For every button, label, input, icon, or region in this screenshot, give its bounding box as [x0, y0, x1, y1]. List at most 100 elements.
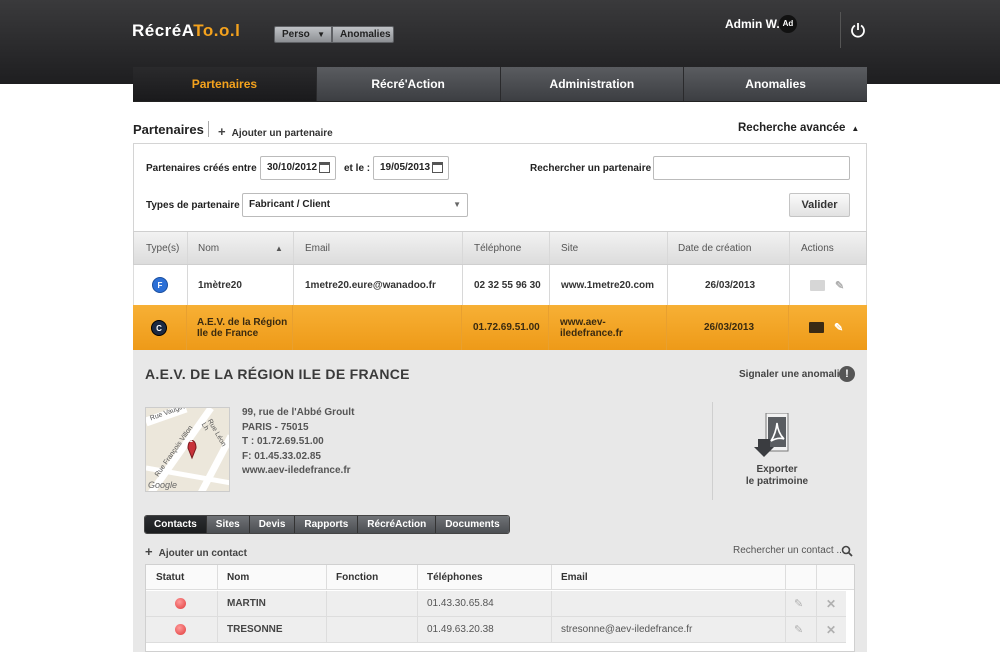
perso-dropdown[interactable]: Perso ▼ [274, 26, 332, 43]
table-row[interactable]: TRESONNE 01.49.63.20.38 stresonne@aev-il… [146, 617, 846, 643]
column-header-name[interactable]: Nom [227, 565, 249, 589]
search-contact-input[interactable]: Rechercher un contact ... [733, 545, 845, 556]
partner-site[interactable]: www.aev- iledefrance.fr [560, 305, 623, 350]
export-heritage-button[interactable]: Exporter le patrimoine [733, 464, 821, 488]
search-filter-panel: Partenaires créés entre : 30/10/2012 et … [133, 143, 867, 232]
export-label-line2: le patrimoine [745, 476, 809, 487]
status-dot [175, 624, 186, 635]
partner-type-select[interactable]: Fabricant / Client ▼ [242, 193, 468, 217]
column-header-type[interactable]: Type(s) [146, 232, 179, 264]
partner-type-label: Types de partenaire : [146, 200, 246, 211]
partner-name: A.E.V. de la Région Ile de France [197, 305, 287, 350]
column-header-email[interactable]: Email [305, 232, 330, 264]
tab-recreaction[interactable]: Récré'Action [316, 67, 501, 101]
detail-subtabs: Contacts Sites Devis Rapports RécréActio… [144, 515, 510, 534]
column-header-site[interactable]: Site [561, 232, 578, 264]
pencil-icon[interactable]: ✎ [835, 279, 844, 292]
partner-address-block: 99, rue de l'Abbé Groult PARIS - 75015 T… [242, 406, 354, 479]
partner-name-line1: A.E.V. de la Région [197, 316, 288, 328]
main-nav: Partenaires Récré'Action Administration … [133, 67, 867, 102]
date-to-field[interactable]: 19/05/2013 [373, 156, 449, 180]
table-row[interactable]: MARTIN 01.43.30.65.84 ✎ ✕ [146, 591, 846, 617]
search-partner-label: Rechercher un partenaire : [530, 163, 658, 174]
address-fax: F: 01.45.33.02.85 [242, 450, 321, 462]
column-header-function[interactable]: Fonction [336, 565, 378, 589]
subtab-devis[interactable]: Devis [249, 516, 296, 533]
power-icon[interactable] [850, 22, 866, 38]
tab-partenaires[interactable]: Partenaires [133, 67, 317, 101]
address-website[interactable]: www.aev-iledefrance.fr [242, 464, 354, 479]
pdf-export-icon[interactable] [754, 413, 794, 463]
partner-site-line2: iledefrance.fr [560, 327, 623, 339]
search-icon[interactable] [841, 545, 853, 557]
contact-name: MARTIN [227, 598, 266, 609]
report-anomaly-link[interactable]: Signaler une anomalie [739, 369, 845, 380]
subtab-recreaction[interactable]: RécréAction [358, 516, 437, 533]
subtab-documents[interactable]: Documents [436, 516, 509, 533]
column-header-name[interactable]: Nom [198, 232, 219, 264]
folder-icon[interactable] [810, 279, 825, 291]
table-row[interactable]: F 1mètre20 1metre20.eure@wanadoo.fr 02 3… [133, 265, 867, 305]
delete-icon[interactable]: ✕ [826, 597, 836, 611]
partner-detail-panel: A.E.V. DE LA RÉGION ILE DE FRANCE Signal… [133, 350, 867, 652]
logo[interactable]: RécréATo.o.l [132, 21, 240, 41]
add-contact-link[interactable]: + Ajouter un contact [145, 544, 247, 559]
tab-anomalies[interactable]: Anomalies [684, 67, 867, 101]
sort-asc-icon[interactable]: ▲ [275, 232, 283, 264]
folder-icon[interactable] [809, 322, 824, 333]
tab-administration[interactable]: Administration [500, 67, 685, 101]
address-phone: T : 01.72.69.51.00 [242, 436, 324, 447]
map-thumbnail[interactable]: Rue Vaugirard Rue François Villon Rue Lé… [145, 407, 230, 492]
delete-icon[interactable]: ✕ [826, 623, 836, 637]
search-partner-input[interactable] [653, 156, 850, 180]
subtab-sites[interactable]: Sites [206, 516, 250, 533]
column-header-phone[interactable]: Téléphone [474, 232, 521, 264]
partner-name: 1mètre20 [198, 279, 242, 291]
client-badge: C [151, 319, 167, 336]
user-name[interactable]: Admin W. [725, 17, 780, 31]
partner-type-value: Fabricant / Client [249, 199, 331, 210]
pencil-icon[interactable]: ✎ [794, 623, 803, 636]
add-partner-link[interactable]: + Ajouter un partenaire [218, 124, 333, 139]
add-contact-label: Ajouter un contact [158, 548, 247, 559]
column-header-phones[interactable]: Téléphones [427, 565, 483, 589]
partner-site-line1: www.aev- [560, 316, 606, 328]
column-header-email[interactable]: Email [561, 565, 588, 589]
divider [712, 402, 713, 500]
map-marker-number: 1 [189, 437, 193, 444]
date-to-value: 19/05/2013 [380, 162, 431, 173]
divider [208, 121, 209, 137]
subtab-contacts[interactable]: Contacts [145, 516, 207, 533]
column-header-status[interactable]: Statut [156, 565, 184, 589]
column-header-date[interactable]: Date de création [678, 232, 751, 264]
contact-email[interactable]: stresonne@aev-iledefrance.fr [561, 617, 692, 642]
avatar[interactable]: Ad [779, 15, 797, 33]
validate-button[interactable]: Valider [789, 193, 850, 217]
partners-table-header: Type(s) Nom ▲ Email Téléphone Site Date … [133, 231, 867, 265]
partner-detail-title: A.E.V. DE LA RÉGION ILE DE FRANCE [145, 366, 410, 382]
advanced-search-toggle[interactable]: Recherche avancée ▲ [738, 122, 859, 134]
date-from-value: 30/10/2012 [267, 162, 318, 173]
address-city: PARIS - 75015 [242, 421, 309, 433]
contacts-table-header: Statut Nom Fonction Téléphones Email [146, 565, 854, 590]
and-label: et le : [344, 163, 371, 174]
perso-label: Perso [282, 29, 310, 40]
pencil-icon[interactable]: ✎ [794, 597, 803, 610]
creation-date: 26/03/2013 [704, 322, 755, 333]
partner-phone: 01.72.69.51.00 [473, 322, 540, 333]
subtab-rapports[interactable]: Rapports [295, 516, 359, 533]
status-dot [175, 598, 186, 609]
plus-icon: + [145, 544, 153, 559]
add-partner-label: Ajouter un partenaire [231, 128, 333, 139]
calendar-icon[interactable] [319, 162, 330, 173]
table-row-selected[interactable]: C A.E.V. de la Région Ile de France 01.7… [133, 305, 867, 350]
date-from-field[interactable]: 30/10/2012 [260, 156, 336, 180]
anomalies-button[interactable]: Anomalies [332, 26, 394, 43]
calendar-icon[interactable] [432, 162, 443, 173]
advanced-search-label: Recherche avancée [738, 122, 846, 134]
pencil-icon[interactable]: ✎ [834, 321, 843, 334]
partner-site[interactable]: www.1metre20.com [561, 265, 654, 305]
contacts-table: Statut Nom Fonction Téléphones Email MAR… [145, 564, 855, 652]
alert-icon[interactable]: ! [839, 366, 855, 382]
fabricant-badge: F [152, 277, 168, 293]
